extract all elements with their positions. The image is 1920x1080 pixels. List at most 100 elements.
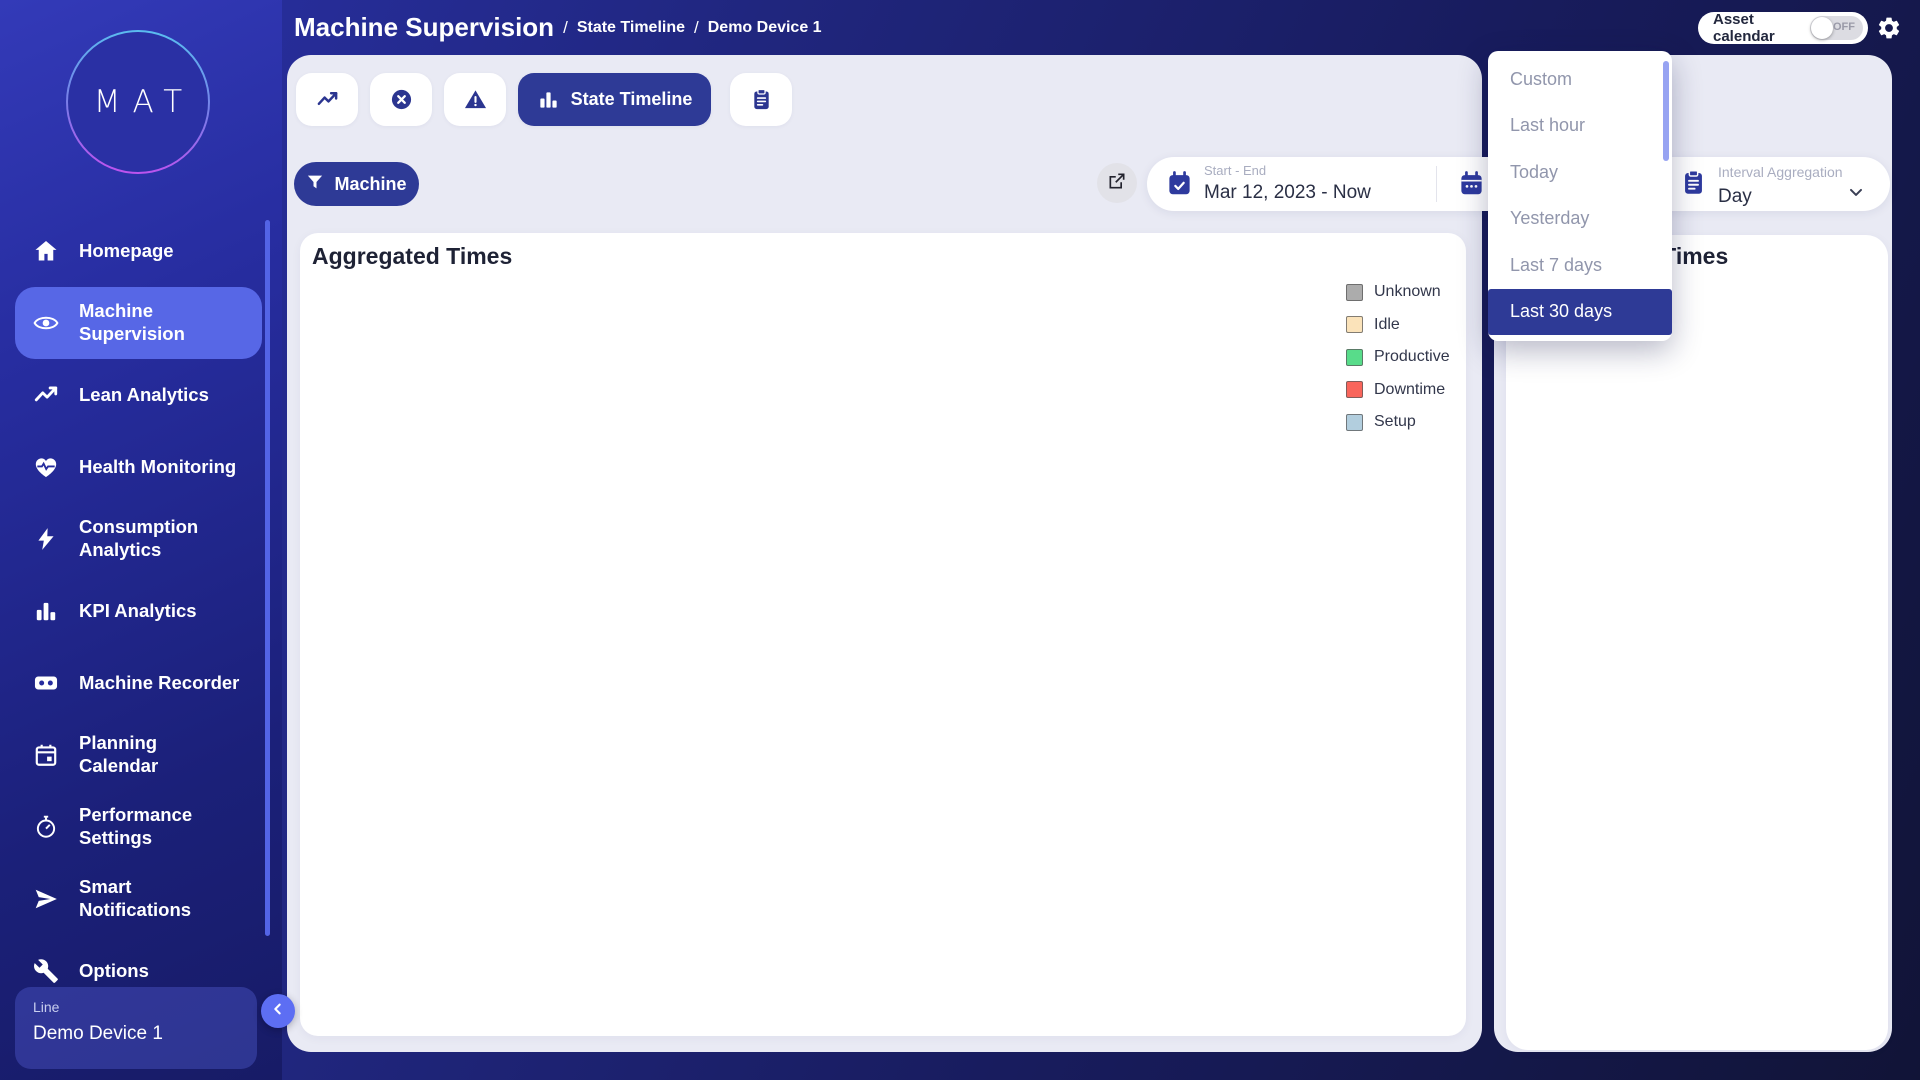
clipboard-icon (750, 88, 773, 111)
legend-item-downtime[interactable]: Downtime (1346, 374, 1450, 407)
device-card[interactable]: Line Demo Device 1 (15, 987, 257, 1069)
aggregated-times-title: Aggregated Times (312, 243, 512, 270)
legend-item-unknown[interactable]: Unknown (1346, 276, 1450, 309)
eye-icon (33, 310, 59, 336)
dropdown-option-last-7-days[interactable]: Last 7 days (1488, 242, 1672, 289)
time-range-options: CustomLast hourTodayYesterdayLast 7 days… (1488, 56, 1672, 335)
bar-chart-icon (33, 598, 59, 624)
breadcrumb-separator: / (694, 18, 699, 38)
external-link-icon (1107, 171, 1127, 196)
legend-swatch (1346, 316, 1363, 333)
bar-chart-icon (537, 88, 560, 111)
settings-gear-button[interactable] (1876, 15, 1902, 41)
x-circle-icon (390, 88, 413, 111)
sidebar-collapse-button[interactable] (261, 994, 295, 1028)
sidebar-item-label: Options (79, 960, 149, 983)
legend-label: Setup (1374, 413, 1416, 431)
dropdown-option-last-hour[interactable]: Last hour (1488, 103, 1672, 150)
tab-label: State Timeline (571, 89, 693, 110)
dropdown-option-last-30-days[interactable]: Last 30 days (1488, 289, 1672, 336)
asset-calendar-toggle-pill[interactable]: Asset calendar OFF (1698, 12, 1868, 44)
chevron-down-icon[interactable] (1846, 182, 1866, 202)
heart-pulse-icon (33, 454, 59, 480)
tab-x-circle[interactable] (370, 73, 432, 126)
sidebar-nav: HomepageMachine Supervision Lean Analytic… (15, 215, 262, 1007)
legend-item-productive[interactable]: Productive (1346, 341, 1450, 374)
dropdown-option-yesterday[interactable]: Yesterday (1488, 196, 1672, 243)
tab-trend[interactable] (296, 73, 358, 126)
breadcrumb: /State Timeline/Demo Device 1 (554, 18, 822, 38)
sidebar-item-label: Machine Recorder (79, 672, 239, 695)
asset-calendar-switch[interactable]: OFF (1810, 16, 1863, 40)
sidebar-item-consumption-analytics[interactable]: Consumption Analytics (15, 503, 262, 575)
switch-knob (1811, 17, 1833, 39)
totals-chart-card (1506, 235, 1888, 1050)
date-range-value[interactable]: Mar 12, 2023 - Now (1204, 182, 1371, 204)
warning-icon (464, 88, 487, 111)
recorder-icon (33, 670, 59, 696)
legend-swatch (1346, 414, 1363, 431)
legend-label: Downtime (1374, 381, 1445, 399)
mat-logo[interactable]: MAT (66, 30, 210, 174)
send-icon (33, 886, 59, 912)
tab-state-timeline[interactable]: State Timeline (518, 73, 711, 126)
calendar-icon (33, 742, 59, 768)
tab-warning[interactable] (444, 73, 506, 126)
sidebar-item-machine-supervision[interactable]: Machine Supervision (15, 287, 262, 359)
calendar-check-icon (1166, 170, 1193, 197)
dropdown-scrollbar[interactable] (1663, 61, 1669, 161)
page-title: Machine Supervision (294, 12, 554, 43)
legend-swatch (1346, 381, 1363, 398)
dropdown-option-custom[interactable]: Custom (1488, 56, 1672, 103)
legend-label: Idle (1374, 316, 1400, 334)
sidebar-item-planning-calendar[interactable]: Planning Calendar (15, 719, 262, 791)
breadcrumb-item-demo-device-1[interactable]: Demo Device 1 (708, 19, 822, 37)
breadcrumb-item-state-timeline[interactable]: State Timeline (577, 19, 685, 37)
asset-calendar-label: Asset calendar (1713, 11, 1810, 45)
sidebar-item-label: Smart Notifications (79, 876, 191, 921)
sidebar: MAT HomepageMachine Supervision Lean Anal… (0, 0, 282, 1080)
chart-legend: Unknown Idle Productive Downtime Setup (1346, 276, 1450, 439)
sidebar-item-label: Planning Calendar (79, 732, 158, 777)
aggregated-times-card (300, 233, 1466, 1036)
sidebar-item-label: Performance Settings (79, 804, 192, 849)
interval-aggregation-value[interactable]: Day (1718, 186, 1752, 208)
gear-icon (1876, 28, 1902, 45)
sidebar-item-health-monitoring[interactable]: Health Monitoring (15, 431, 262, 503)
switch-state-text: OFF (1833, 21, 1855, 33)
trend-icon (33, 382, 59, 408)
legend-label: Unknown (1374, 283, 1441, 301)
legend-swatch (1346, 284, 1363, 301)
interval-aggregation-label: Interval Aggregation (1718, 164, 1843, 180)
legend-item-setup[interactable]: Setup (1346, 406, 1450, 439)
sidebar-item-homepage[interactable]: Homepage (15, 215, 262, 287)
sidebar-item-machine-recorder[interactable]: Machine Recorder (15, 647, 262, 719)
topbar: Machine Supervision /State Timeline/Demo… (294, 0, 822, 55)
sidebar-item-label: Health Monitoring (79, 456, 236, 479)
machine-filter-button[interactable]: Machine (294, 162, 419, 206)
tab-clipboard[interactable] (730, 73, 792, 126)
field-divider (1436, 166, 1437, 202)
sidebar-item-label: Consumption Analytics (79, 516, 198, 561)
dropdown-option-today[interactable]: Today (1488, 149, 1672, 196)
funnel-icon (306, 173, 324, 196)
gauge-icon (33, 814, 59, 840)
sidebar-item-smart-notifications[interactable]: Smart Notifications (15, 863, 262, 935)
sidebar-item-label: Lean Analytics (79, 384, 209, 407)
chevron-left-icon (270, 1001, 286, 1022)
sidebar-item-performance-settings[interactable]: Performance Settings (15, 791, 262, 863)
sidebar-scrollbar[interactable] (265, 220, 270, 936)
legend-swatch (1346, 349, 1363, 366)
open-external-button[interactable] (1097, 163, 1137, 203)
trend-icon (316, 88, 339, 111)
calendar-dots-icon[interactable] (1458, 170, 1485, 197)
clipboard-icon (1680, 169, 1707, 196)
machine-filter-label: Machine (334, 174, 406, 195)
mat-logo-circle: MAT (68, 32, 208, 172)
legend-item-idle[interactable]: Idle (1346, 309, 1450, 342)
sidebar-item-label: KPI Analytics (79, 600, 197, 623)
device-line-label: Line (33, 999, 239, 1015)
sidebar-item-kpi-analytics[interactable]: KPI Analytics (15, 575, 262, 647)
bolt-icon (33, 526, 59, 552)
sidebar-item-lean-analytics[interactable]: Lean Analytics (15, 359, 262, 431)
